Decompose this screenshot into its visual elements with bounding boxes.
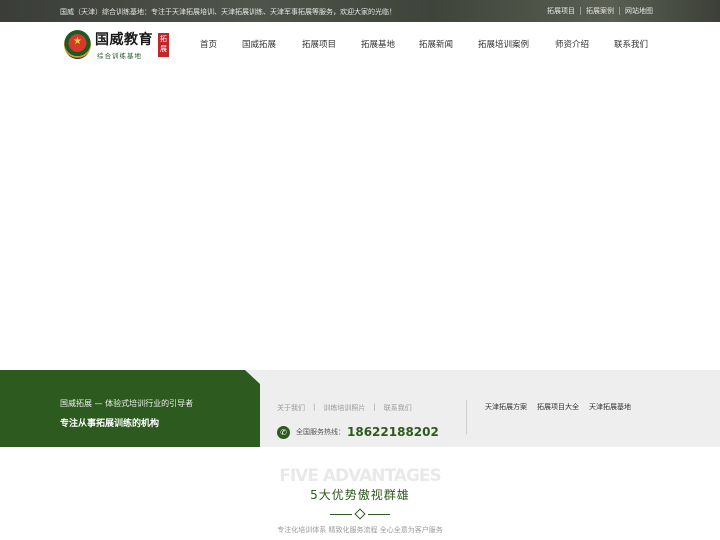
advantages-title: 5大优势傲视群雄: [310, 488, 410, 502]
logo-subtitle: 综合训练基地: [97, 52, 142, 60]
nav-guowei-tuozhan[interactable]: 国威拓展: [242, 38, 276, 50]
quick-link-contact[interactable]: 联系我们: [384, 403, 412, 413]
header: ★ 国威教育 综合训练基地 拓展 首页 国威拓展 拓展项目 拓展基地 拓展新闻 …: [0, 22, 720, 66]
diamond-icon: [354, 508, 366, 520]
nav-contact[interactable]: 联系我们: [614, 38, 648, 50]
title-line-right: [368, 514, 390, 515]
top-links: 拓展项目 拓展案例 网站地图: [542, 7, 658, 15]
right-links: 天津拓展方案 拓展项目大全 天津拓展基地: [485, 402, 641, 412]
nav-news[interactable]: 拓展新闻: [419, 38, 453, 50]
welcome-text: 国威（天津）综合训练基地：专注于天津拓展培训、天津拓展训练、天津军事拓展等服务，…: [60, 8, 396, 16]
link-tianjin-base[interactable]: 天津拓展基地: [589, 402, 631, 412]
top-link-sitemap[interactable]: 网站地图: [619, 7, 658, 15]
advantages-description: 专注化培训体系 精致化服务流程 全心全意为客户服务: [277, 526, 443, 534]
vertical-divider: [466, 400, 467, 434]
phone-icon: ✆: [277, 425, 290, 439]
advantages-english-title: FIVE ADVANTAGES: [279, 466, 442, 486]
separator: |: [313, 403, 316, 411]
quick-link-about[interactable]: 关于我们: [277, 403, 305, 413]
top-link-cases[interactable]: 拓展案例: [580, 7, 619, 15]
hotline-label: 全国服务热线：: [296, 428, 345, 436]
top-link-projects[interactable]: 拓展项目: [542, 7, 580, 15]
hotline-number[interactable]: 18622188202: [347, 425, 439, 439]
top-bar: 国威（天津）综合训练基地：专注于天津拓展培训、天津拓展训练、天津军事拓展等服务，…: [0, 0, 720, 22]
slogan-line-2: 专注从事拓展训练的机构: [60, 419, 160, 429]
logo[interactable]: ★ 国威教育 综合训练基地 拓展: [64, 28, 170, 62]
banner-area: [0, 66, 720, 370]
slogan-line-1: 国威拓展 — 体验式培训行业的引导者: [60, 399, 194, 408]
link-project-list[interactable]: 拓展项目大全: [537, 402, 579, 412]
separator: |: [373, 403, 376, 411]
hotline: ✆ 全国服务热线： 18622188202: [277, 425, 439, 439]
star-emblem-icon: ★: [64, 30, 91, 59]
logo-title: 国威教育: [95, 32, 153, 48]
link-tianjin-plan[interactable]: 天津拓展方案: [485, 402, 527, 412]
nav-projects[interactable]: 拓展项目: [302, 38, 336, 50]
nav-teachers[interactable]: 师资介绍: [555, 38, 589, 50]
quick-links: 关于我们 | 训练培训照片 | 联系我们: [277, 403, 412, 413]
nav-home[interactable]: 首页: [200, 38, 217, 50]
title-line-left: [330, 514, 352, 515]
logo-tag: 拓展: [158, 33, 169, 57]
quick-link-photos[interactable]: 训练培训照片: [323, 403, 365, 413]
nav-bases[interactable]: 拓展基地: [361, 38, 395, 50]
nav-cases[interactable]: 拓展培训案例: [478, 38, 529, 50]
info-strip: 国威拓展 — 体验式培训行业的引导者 专注从事拓展训练的机构 关于我们 | 训练…: [0, 370, 720, 447]
